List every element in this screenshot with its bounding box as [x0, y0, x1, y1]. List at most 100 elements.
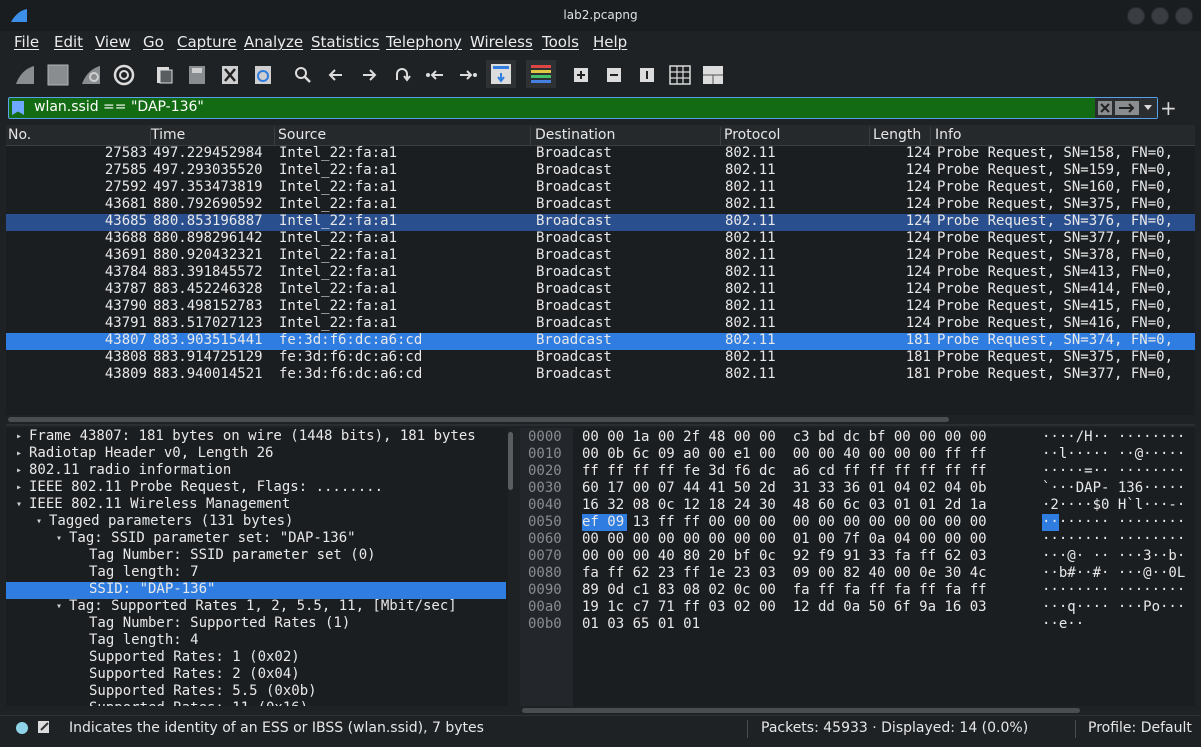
- column-header-length[interactable]: Length: [873, 127, 931, 146]
- open-file-icon[interactable]: [151, 62, 177, 88]
- normal-size-icon[interactable]: [634, 62, 660, 88]
- packet-row[interactable]: 27592 497.353473819 Intel_22:fa:a1 Broadcas…: [6, 179, 1195, 197]
- packet-list-hscrollbar[interactable]: [8, 417, 949, 422]
- go-to-packet-icon[interactable]: [389, 62, 415, 88]
- menu-analyze[interactable]: Analyze: [244, 33, 303, 51]
- restart-capture-icon[interactable]: [78, 62, 104, 88]
- menu-tools[interactable]: Tools: [542, 33, 579, 51]
- layout-icon[interactable]: [700, 62, 726, 88]
- bytes-hscrollbar[interactable]: [522, 708, 1080, 713]
- resize-columns-icon[interactable]: [667, 62, 693, 88]
- status-profile[interactable]: Profile: Default: [1088, 720, 1192, 736]
- column-header-time[interactable]: Time: [151, 127, 275, 146]
- expanded-arrow-icon[interactable]: ▾: [56, 601, 62, 612]
- tree-item[interactable]: Supported Rates: 5.5 (0x0b): [6, 683, 506, 701]
- add-filter-button-icon[interactable]: +: [1160, 96, 1177, 120]
- menu-capture[interactable]: Capture: [177, 33, 237, 51]
- menu-file[interactable]: File: [14, 33, 39, 51]
- collapsed-arrow-icon[interactable]: ▸: [16, 482, 22, 493]
- edit-comment-icon[interactable]: [37, 720, 51, 734]
- tree-item[interactable]: ▾ Tag: SSID parameter set: "DAP-136": [6, 530, 506, 548]
- packet-row[interactable]: 43809 883.940014521 fe:3d:f6:dc:a6:cd Broad…: [6, 366, 1195, 384]
- tree-item[interactable]: Tag length: 4: [6, 632, 506, 650]
- packet-row[interactable]: 43681 880.792690592 Intel_22:fa:a1 Broadcas…: [6, 196, 1195, 214]
- zoom-in-icon[interactable]: [568, 62, 594, 88]
- menu-telephony[interactable]: Telephony: [386, 33, 462, 51]
- tree-item[interactable]: Supported Rates: 11 (0x16): [6, 700, 506, 706]
- maximize-button[interactable]: [1151, 7, 1169, 25]
- tree-item[interactable]: ▾ IEEE 802.11 Wireless Management: [6, 496, 506, 514]
- display-filter-bar[interactable]: wlan.ssid == "DAP-136": [8, 97, 1158, 119]
- tree-item[interactable]: Tag Number: Supported Rates (1): [6, 615, 506, 633]
- collapsed-arrow-icon[interactable]: ▸: [16, 465, 22, 476]
- colorize-icon[interactable]: [526, 60, 556, 88]
- tree-item[interactable]: ▾ Tagged parameters (131 bytes): [6, 513, 506, 531]
- packet-row[interactable]: 27585 497.293035520 Intel_22:fa:a1 Broadcas…: [6, 162, 1195, 180]
- collapsed-arrow-icon[interactable]: ▸: [16, 431, 22, 442]
- packet-row[interactable]: 43791 883.517027123 Intel_22:fa:a1 Broadcas…: [6, 315, 1195, 333]
- reload-file-icon[interactable]: [250, 62, 276, 88]
- packet-row[interactable]: 43784 883.391845572 Intel_22:fa:a1 Broadcas…: [6, 264, 1195, 282]
- display-filter-input[interactable]: wlan.ssid == "DAP-136": [34, 99, 204, 115]
- save-file-icon[interactable]: [184, 62, 210, 88]
- column-header-protocol[interactable]: Protocol: [724, 127, 870, 146]
- menu-help[interactable]: Help: [593, 33, 627, 51]
- expanded-arrow-icon[interactable]: ▾: [36, 516, 42, 527]
- last-packet-icon[interactable]: [455, 62, 481, 88]
- column-header-info[interactable]: Info: [935, 127, 1193, 146]
- capture-options-icon[interactable]: [111, 62, 137, 88]
- menu-view[interactable]: View: [95, 33, 131, 51]
- tree-item[interactable]: Supported Rates: 2 (0x04): [6, 666, 506, 684]
- tree-item[interactable]: Tag length: 7: [6, 564, 506, 582]
- packet-bytes-pane[interactable]: 0000 00 00 1a 00 2f 48 00 00 c3 bd dc bf …: [520, 428, 1195, 706]
- apply-filter-icon[interactable]: [1115, 101, 1139, 115]
- close-button[interactable]: [1175, 7, 1193, 25]
- close-file-icon[interactable]: [217, 62, 243, 88]
- tree-item[interactable]: ▾ Tag: Supported Rates 1, 2, 5.5, 11, [Mb…: [6, 598, 506, 616]
- go-back-icon[interactable]: [323, 62, 349, 88]
- packet-row[interactable]: 43807 883.903515441 fe:3d:f6:dc:a6:cd Broad…: [6, 332, 1195, 350]
- bookmark-icon[interactable]: [12, 101, 24, 115]
- filter-history-dropdown-icon[interactable]: [1143, 104, 1153, 112]
- column-header-source[interactable]: Source: [278, 127, 531, 146]
- collapsed-arrow-icon[interactable]: ▸: [16, 448, 22, 459]
- tree-item[interactable]: ▸ IEEE 802.11 Probe Request, Flags: .....…: [6, 479, 506, 497]
- column-header-destination[interactable]: Destination: [535, 127, 721, 146]
- expert-info-icon[interactable]: [15, 721, 29, 735]
- clear-filter-icon[interactable]: [1098, 101, 1112, 115]
- packet-row[interactable]: 43691 880.920432321 Intel_22:fa:a1 Broadcas…: [6, 247, 1195, 265]
- packet-details-tree[interactable]: ▸ Frame 43807: 181 bytes on wire (1448 bi…: [6, 428, 508, 706]
- column-header-no[interactable]: No.: [8, 127, 151, 146]
- details-vscrollbar[interactable]: [508, 432, 513, 490]
- packet-row[interactable]: 43808 883.914725129 fe:3d:f6:dc:a6:cd Broad…: [6, 349, 1195, 367]
- minimize-button[interactable]: [1127, 7, 1145, 25]
- tree-item[interactable]: SSID: "DAP-136": [6, 581, 506, 599]
- tree-item-label: Tagged parameters (131 bytes): [49, 513, 294, 529]
- packet-cell-len: 124: [905, 264, 931, 280]
- autoscroll-icon[interactable]: [486, 60, 516, 88]
- tree-item[interactable]: ▸ Radiotap Header v0, Length 26: [6, 445, 506, 463]
- menu-statistics[interactable]: Statistics: [311, 33, 380, 51]
- start-capture-icon[interactable]: [12, 62, 38, 88]
- zoom-out-icon[interactable]: [601, 62, 627, 88]
- menu-go[interactable]: Go: [143, 33, 164, 51]
- packet-row[interactable]: 43790 883.498152783 Intel_22:fa:a1 Broadcas…: [6, 298, 1195, 316]
- tree-item[interactable]: Supported Rates: 1 (0x02): [6, 649, 506, 667]
- first-packet-icon[interactable]: [422, 62, 448, 88]
- menu-edit[interactable]: Edit: [54, 33, 83, 51]
- packet-row[interactable]: 43787 883.452246328 Intel_22:fa:a1 Broadcas…: [6, 281, 1195, 299]
- packet-list[interactable]: No. Time Source Destination Protocol Len…: [6, 125, 1195, 415]
- stop-capture-icon[interactable]: [45, 62, 71, 88]
- expanded-arrow-icon[interactable]: ▾: [56, 533, 62, 544]
- tree-item[interactable]: Tag Number: SSID parameter set (0): [6, 547, 506, 565]
- pane-splitter[interactable]: [6, 424, 1195, 426]
- go-forward-icon[interactable]: [356, 62, 382, 88]
- packet-row[interactable]: 27583 497.229452984 Intel_22:fa:a1 Broadcas…: [6, 145, 1195, 163]
- tree-item[interactable]: ▸ 802.11 radio information: [6, 462, 506, 480]
- tree-item[interactable]: ▸ Frame 43807: 181 bytes on wire (1448 bi…: [6, 428, 506, 446]
- packet-row[interactable]: 43685 880.853196887 Intel_22:fa:a1 Broadcas…: [6, 213, 1195, 231]
- find-packet-icon[interactable]: [290, 62, 316, 88]
- menu-wireless[interactable]: Wireless: [470, 33, 533, 51]
- expanded-arrow-icon[interactable]: ▾: [16, 499, 22, 510]
- packet-row[interactable]: 43688 880.898296142 Intel_22:fa:a1 Broadcas…: [6, 230, 1195, 248]
